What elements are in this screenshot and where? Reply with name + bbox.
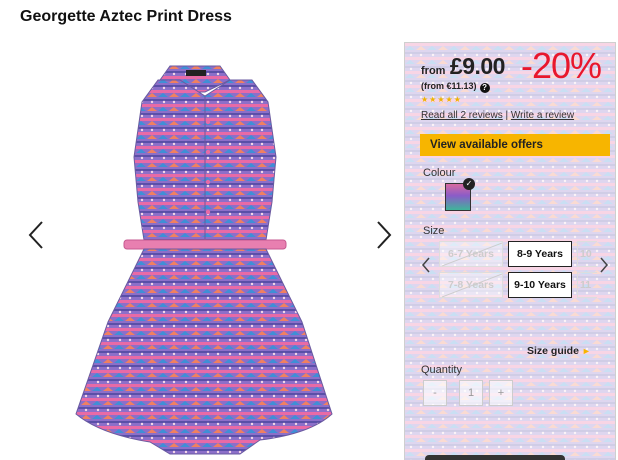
caret-right-icon: ► (581, 346, 591, 356)
purchase-panel: from £9.00 -20% (from €11.13)? ★★★★★ Rea… (404, 42, 616, 460)
size-guide-label: Size guide (527, 345, 579, 357)
product-image-gallery (20, 40, 400, 459)
quantity-plus-button[interactable]: + (489, 380, 513, 406)
gallery-prev-arrow-icon[interactable] (26, 218, 48, 252)
size-label: Size (423, 225, 445, 237)
size-next-arrow-icon[interactable] (599, 255, 609, 275)
product-image (75, 65, 333, 455)
write-review-link[interactable]: Write a review (511, 110, 574, 121)
size-prev-arrow-icon[interactable] (421, 255, 431, 275)
size-option[interactable]: 6-7 Years (439, 241, 503, 267)
size-option[interactable]: 10 (577, 241, 597, 267)
gallery-next-arrow-icon[interactable] (372, 218, 394, 252)
view-offers-button[interactable]: View available offers (420, 134, 610, 156)
reviews-separator: | (505, 110, 509, 121)
help-icon[interactable]: ? (479, 83, 490, 93)
rating-stars: ★★★★★ (421, 95, 462, 104)
secondary-price: (from €11.13)? (421, 81, 490, 93)
size-option[interactable]: 7-8 Years (439, 272, 503, 298)
price-row: from £9.00 -20% (421, 45, 602, 86)
reviews-links: Read all 2 reviews | Write a review (421, 110, 574, 121)
check-icon: ✓ (463, 178, 475, 190)
size-guide-link[interactable]: Size guide ► (527, 345, 591, 357)
size-option[interactable]: 9-10 Years (508, 272, 572, 298)
add-to-basket-button[interactable] (425, 455, 565, 460)
colour-label: Colour (423, 167, 456, 179)
price-from-label: from (421, 65, 446, 77)
secondary-price-text: (from €11.13) (421, 81, 477, 91)
quantity-input[interactable]: 1 (459, 380, 483, 406)
quantity-label: Quantity (421, 364, 462, 376)
price-value: £9.00 (449, 53, 506, 79)
size-option[interactable]: 11 (577, 272, 597, 298)
quantity-minus-button[interactable]: - (423, 380, 447, 406)
discount-badge: -20% (521, 45, 602, 86)
size-option[interactable]: 8-9 Years (508, 241, 572, 267)
product-title: Georgette Aztec Print Dress (20, 8, 232, 25)
read-reviews-link[interactable]: Read all 2 reviews (421, 110, 503, 121)
